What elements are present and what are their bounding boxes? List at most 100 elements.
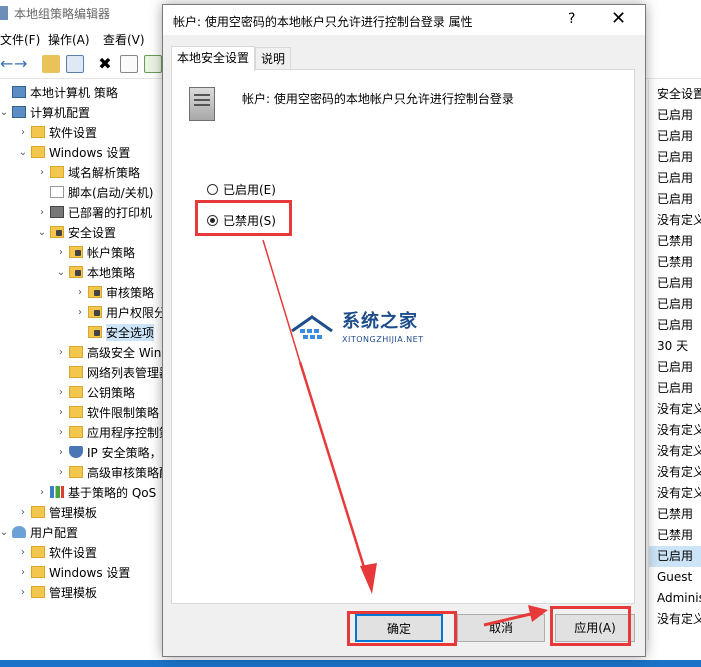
setting-value[interactable]: 已启用 <box>649 546 701 567</box>
tree-item-label[interactable]: 帐户策略 <box>87 244 135 261</box>
menu-view[interactable]: 查看(V) <box>103 31 145 48</box>
setting-value[interactable]: 已禁用 <box>657 504 693 525</box>
chevron-right-icon[interactable]: › <box>36 207 48 218</box>
show-hide-tree-icon[interactable] <box>66 55 84 73</box>
setting-value[interactable]: 已启用 <box>657 189 693 210</box>
chevron-down-icon[interactable]: ⌄ <box>0 107 10 118</box>
setting-value[interactable]: 已启用 <box>657 168 693 189</box>
setting-value[interactable]: 已禁用 <box>657 252 693 273</box>
tree-item[interactable]: › 公钥策略 <box>55 382 135 402</box>
tree-item-label[interactable]: 公钥策略 <box>87 384 135 401</box>
chevron-right-icon[interactable]: › <box>36 167 48 178</box>
tree-item[interactable]: 脚本(启动/关机) <box>36 182 153 202</box>
chevron-right-icon[interactable]: › <box>17 507 29 518</box>
tree-item-label[interactable]: Windows 设置 <box>49 564 130 581</box>
chevron-right-icon[interactable]: › <box>55 347 67 358</box>
tree-item[interactable]: › 已部署的打印机 <box>36 202 152 222</box>
tree-item-label[interactable]: 用户权限分 <box>106 304 166 321</box>
tree-item[interactable]: › 管理模板 <box>17 502 97 522</box>
chevron-down-icon[interactable]: ⌄ <box>55 267 67 278</box>
tree-item[interactable]: › 软件设置 <box>17 122 97 142</box>
tree-item-label[interactable]: 安全设置 <box>68 224 116 241</box>
tree-item[interactable]: ⌄ Windows 设置 <box>17 142 131 162</box>
tree-item[interactable]: 网络列表管理器 <box>55 362 171 382</box>
tree-item[interactable]: › 软件限制策略 <box>55 402 159 422</box>
setting-value[interactable]: 已启用 <box>657 315 693 336</box>
up-folder-icon[interactable] <box>42 55 60 73</box>
tree-item-label[interactable]: 管理模板 <box>49 584 97 601</box>
chevron-right-icon[interactable]: › <box>55 447 67 458</box>
setting-value[interactable]: 没有定义 <box>657 609 701 630</box>
setting-value[interactable]: Guest <box>657 567 692 588</box>
tree-item[interactable]: › 高级审核策略配 <box>55 462 171 482</box>
tree-item[interactable]: › 帐户策略 <box>55 242 135 262</box>
tree-item-label[interactable]: 软件限制策略 <box>87 404 159 421</box>
settings-column-header[interactable]: 安全设置 <box>657 84 701 105</box>
setting-value[interactable]: 已禁用 <box>657 525 693 546</box>
tree-item-label[interactable]: 网络列表管理器 <box>87 364 171 381</box>
setting-value[interactable]: 已启用 <box>657 273 693 294</box>
chevron-right-icon[interactable]: › <box>74 287 86 298</box>
setting-value[interactable]: 已启用 <box>657 378 693 399</box>
setting-value[interactable]: 已启用 <box>657 357 693 378</box>
enabled-radio-label[interactable]: 已启用(E) <box>223 181 276 198</box>
tree-item-label[interactable]: 高级安全 Wind <box>87 344 169 361</box>
tab-local-security-setting[interactable]: 本地安全设置 <box>171 46 255 71</box>
setting-value[interactable]: 已启用 <box>657 105 693 126</box>
setting-value[interactable]: 30 天 <box>657 336 688 357</box>
chevron-down-icon[interactable]: ⌄ <box>17 147 29 158</box>
setting-value[interactable]: 没有定义 <box>657 420 701 441</box>
chevron-right-icon[interactable]: › <box>17 547 29 558</box>
setting-value[interactable]: 没有定义 <box>657 462 701 483</box>
tree-item-label[interactable]: 用户配置 <box>30 524 78 541</box>
tree-item[interactable]: ⌄ 计算机配置 <box>0 102 90 122</box>
setting-value[interactable]: 已启用 <box>657 147 693 168</box>
tree-item-label[interactable]: 软件设置 <box>49 124 97 141</box>
chevron-right-icon[interactable]: › <box>36 487 48 498</box>
setting-value[interactable]: 已启用 <box>657 294 693 315</box>
chevron-right-icon[interactable]: › <box>17 567 29 578</box>
tree-item[interactable]: › 基于策略的 QoS <box>36 482 156 502</box>
setting-value[interactable]: 没有定义 <box>657 441 701 462</box>
tree-item[interactable]: ⌄ 安全设置 <box>36 222 116 242</box>
tree-item-label[interactable]: 域名解析策略 <box>68 164 140 181</box>
chevron-down-icon[interactable]: ⌄ <box>36 227 48 238</box>
chevron-right-icon[interactable]: › <box>17 127 29 138</box>
tree-item-label[interactable]: 应用程序控制策 <box>87 424 171 441</box>
tree-item[interactable]: › 审核策略 <box>74 282 154 302</box>
tree-item[interactable]: › 管理模板 <box>17 582 97 602</box>
tree-item-label[interactable]: 软件设置 <box>49 544 97 561</box>
chevron-right-icon[interactable]: › <box>17 587 29 598</box>
tree-item-label[interactable]: 基于策略的 QoS <box>68 484 156 501</box>
chevron-right-icon[interactable]: › <box>55 387 67 398</box>
close-icon[interactable]: ✕ <box>611 8 626 29</box>
setting-value[interactable]: 已禁用 <box>657 231 693 252</box>
tree-item[interactable]: ⌄ 本地策略 <box>55 262 135 282</box>
tree-item[interactable]: › 应用程序控制策 <box>55 422 171 442</box>
tree-item[interactable]: › 用户权限分 <box>74 302 166 322</box>
tree-item-label[interactable]: 脚本(启动/关机) <box>68 184 153 201</box>
chevron-right-icon[interactable]: › <box>55 247 67 258</box>
forward-arrow-icon[interactable]: → <box>14 55 32 73</box>
tree-item-label[interactable]: 安全选项 <box>106 323 155 341</box>
export-list-icon[interactable] <box>144 55 162 73</box>
properties-icon[interactable] <box>120 55 138 73</box>
chevron-right-icon[interactable]: › <box>55 427 67 438</box>
enabled-radio[interactable] <box>207 184 218 195</box>
tree-item[interactable]: › 高级安全 Wind <box>55 342 169 362</box>
chevron-right-icon[interactable]: › <box>55 407 67 418</box>
tree-item[interactable]: 本地计算机 策略 <box>0 82 118 102</box>
setting-value[interactable]: 已启用 <box>657 126 693 147</box>
setting-value[interactable]: 没有定义 <box>657 210 701 231</box>
tree-item-label[interactable]: IP 安全策略， <box>87 444 162 461</box>
menu-file[interactable]: 文件(F) <box>0 31 40 48</box>
tree-item-label[interactable]: 管理模板 <box>49 504 97 521</box>
tree-item-label[interactable]: 审核策略 <box>106 284 154 301</box>
tree-item[interactable]: › Windows 设置 <box>17 562 130 582</box>
tab-explain[interactable]: 说明 <box>255 47 291 70</box>
setting-value[interactable]: 没有定义 <box>657 483 701 504</box>
tree-item-label[interactable]: Windows 设置 <box>49 144 130 161</box>
tree-item-label[interactable]: 已部署的打印机 <box>68 204 152 221</box>
tree-item-label[interactable]: 本地计算机 策略 <box>30 84 118 101</box>
tree-item-label[interactable]: 高级审核策略配 <box>87 464 171 481</box>
